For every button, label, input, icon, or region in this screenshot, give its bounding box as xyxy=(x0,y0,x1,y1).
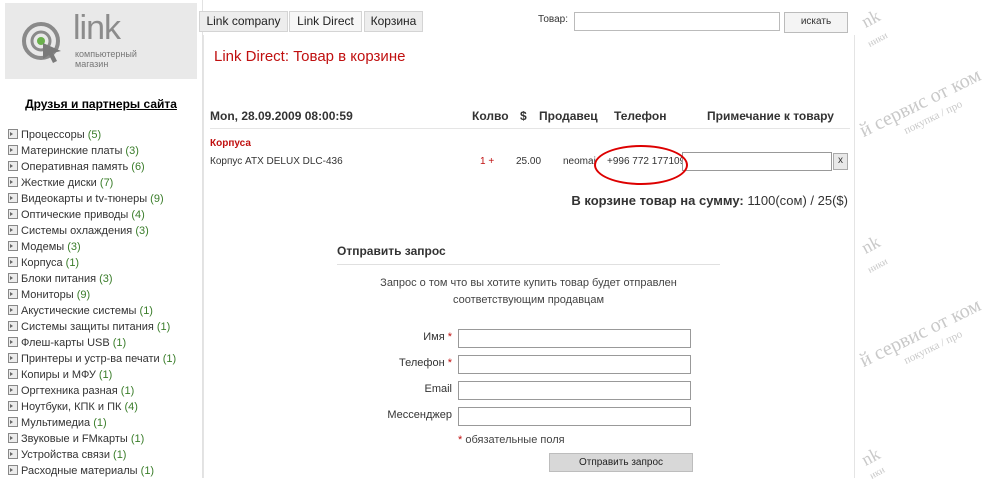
item-price: 25.00 xyxy=(516,156,542,167)
search-button[interactable]: искать xyxy=(784,12,848,33)
bullet-arrow-icon xyxy=(8,305,18,315)
cart-category: Корпуса xyxy=(210,138,251,149)
page-title: Link Direct: Товар в корзине xyxy=(214,48,406,65)
header-divider xyxy=(210,128,850,129)
name-label: Имя * xyxy=(423,331,452,343)
column-qty: Колво xyxy=(472,109,509,123)
category-item[interactable]: Мониторы (9) xyxy=(8,287,176,303)
category-item[interactable]: Системы охлаждения (3) xyxy=(8,223,176,239)
category-item[interactable]: Корпуса (1) xyxy=(8,255,176,271)
bullet-arrow-icon xyxy=(8,353,18,363)
product-name: Корпус ATX DELUX DLC-436 xyxy=(210,156,343,167)
bullet-arrow-icon xyxy=(8,385,18,395)
column-price: $ xyxy=(520,109,527,123)
watermark-text: й сервис от ком xyxy=(856,294,985,372)
logo-word: link xyxy=(73,9,121,47)
left-column: link компьютерный магазин Друзья и партн… xyxy=(0,0,203,478)
category-item[interactable]: Расходные материалы (1) xyxy=(8,463,176,479)
category-item[interactable]: Материнские платы (3) xyxy=(8,143,176,159)
bullet-arrow-icon xyxy=(8,401,18,411)
bullet-arrow-icon xyxy=(8,289,18,299)
phone-field[interactable] xyxy=(458,355,691,374)
email-label: Email xyxy=(424,383,452,395)
cart-total: В корзине товар на сумму: 1100(сом) / 25… xyxy=(571,193,848,208)
name-field[interactable] xyxy=(458,329,691,348)
highlight-circle xyxy=(594,145,688,185)
request-divider xyxy=(337,264,720,265)
required-note: * обязательные поля xyxy=(458,434,565,446)
category-item[interactable]: Флеш-карты USB (1) xyxy=(8,335,176,351)
category-item[interactable]: Звуковые и FMкарты (1) xyxy=(8,431,176,447)
messenger-field[interactable] xyxy=(458,407,691,426)
bullet-arrow-icon xyxy=(8,337,18,347)
email-field[interactable] xyxy=(458,381,691,400)
category-item[interactable]: Копиры и МФУ (1) xyxy=(8,367,176,383)
bullet-arrow-icon xyxy=(8,369,18,379)
watermark-text: nk xyxy=(858,5,884,32)
partners-link[interactable]: Друзья и партнеры сайта xyxy=(0,97,202,111)
watermark-text: й сервис от ком xyxy=(856,64,985,142)
phone-label: Телефон * xyxy=(399,357,452,369)
category-item[interactable]: Видеокарты и tv-тюнеры (9) xyxy=(8,191,176,207)
category-item[interactable]: Ноутбуки, КПК и ПК (4) xyxy=(8,399,176,415)
category-item[interactable]: Устройства связи (1) xyxy=(8,447,176,463)
bullet-arrow-icon xyxy=(8,417,18,427)
item-note-input[interactable] xyxy=(682,152,832,171)
bullet-arrow-icon xyxy=(8,193,18,203)
category-list: Процессоры (5) Материнские платы (3) Опе… xyxy=(8,127,176,479)
seller-name: neomai xyxy=(563,156,596,167)
category-item[interactable]: Мультимедиа (1) xyxy=(8,415,176,431)
bullet-arrow-icon xyxy=(8,257,18,267)
category-item[interactable]: Оргтехника разная (1) xyxy=(8,383,176,399)
quantity: 1 + xyxy=(480,156,495,167)
tab-cart[interactable]: Корзина xyxy=(364,11,423,32)
bullet-arrow-icon xyxy=(8,273,18,283)
increase-qty-button[interactable]: + xyxy=(488,156,494,167)
bullet-arrow-icon xyxy=(8,129,18,139)
category-item[interactable]: Принтеры и устр-ва печати (1) xyxy=(8,351,176,367)
bullet-arrow-icon xyxy=(8,241,18,251)
cart-date: Mon, 28.09.2009 08:00:59 xyxy=(210,109,353,123)
tab-link-company[interactable]: Link company xyxy=(199,11,288,32)
search-label: Товар: xyxy=(538,14,568,25)
category-item[interactable]: Оптические приводы (4) xyxy=(8,207,176,223)
bullet-arrow-icon xyxy=(8,321,18,331)
logo-subtitle: компьютерный магазин xyxy=(75,49,137,69)
remove-item-button[interactable]: x xyxy=(833,153,848,170)
search-input[interactable] xyxy=(574,12,780,31)
bullet-arrow-icon xyxy=(8,145,18,155)
bullet-arrow-icon xyxy=(8,225,18,235)
column-phone: Телефон xyxy=(614,109,667,123)
logo-mark-icon xyxy=(22,22,61,63)
category-item[interactable]: Блоки питания (3) xyxy=(8,271,176,287)
messenger-label: Мессенджер xyxy=(387,409,452,421)
request-description: Запрос о том что вы хотите купить товар … xyxy=(380,277,677,306)
category-item[interactable]: Акустические системы (1) xyxy=(8,303,176,319)
category-item[interactable]: Оперативная память (6) xyxy=(8,159,176,175)
watermark-text: nk xyxy=(858,231,884,258)
request-title: Отправить запрос xyxy=(337,244,446,258)
bullet-arrow-icon xyxy=(8,209,18,219)
column-seller: Продавец xyxy=(539,109,598,123)
column-note: Примечание к товару xyxy=(707,109,834,123)
bullet-arrow-icon xyxy=(8,449,18,459)
category-item[interactable]: Жесткие диски (7) xyxy=(8,175,176,191)
category-item[interactable]: Системы защиты питания (1) xyxy=(8,319,176,335)
send-request-button[interactable]: Отправить запрос xyxy=(549,453,693,472)
watermark-text: ники xyxy=(866,30,890,50)
category-item[interactable]: Модемы (3) xyxy=(8,239,176,255)
category-item[interactable]: Процессоры (5) xyxy=(8,127,176,143)
bullet-arrow-icon xyxy=(8,177,18,187)
bullet-arrow-icon xyxy=(8,161,18,171)
bullet-arrow-icon xyxy=(8,433,18,443)
bullet-arrow-icon xyxy=(8,465,18,475)
tab-link-direct[interactable]: Link Direct xyxy=(289,11,362,32)
watermark-text: ники xyxy=(866,256,890,276)
logo[interactable]: link компьютерный магазин xyxy=(5,3,197,79)
